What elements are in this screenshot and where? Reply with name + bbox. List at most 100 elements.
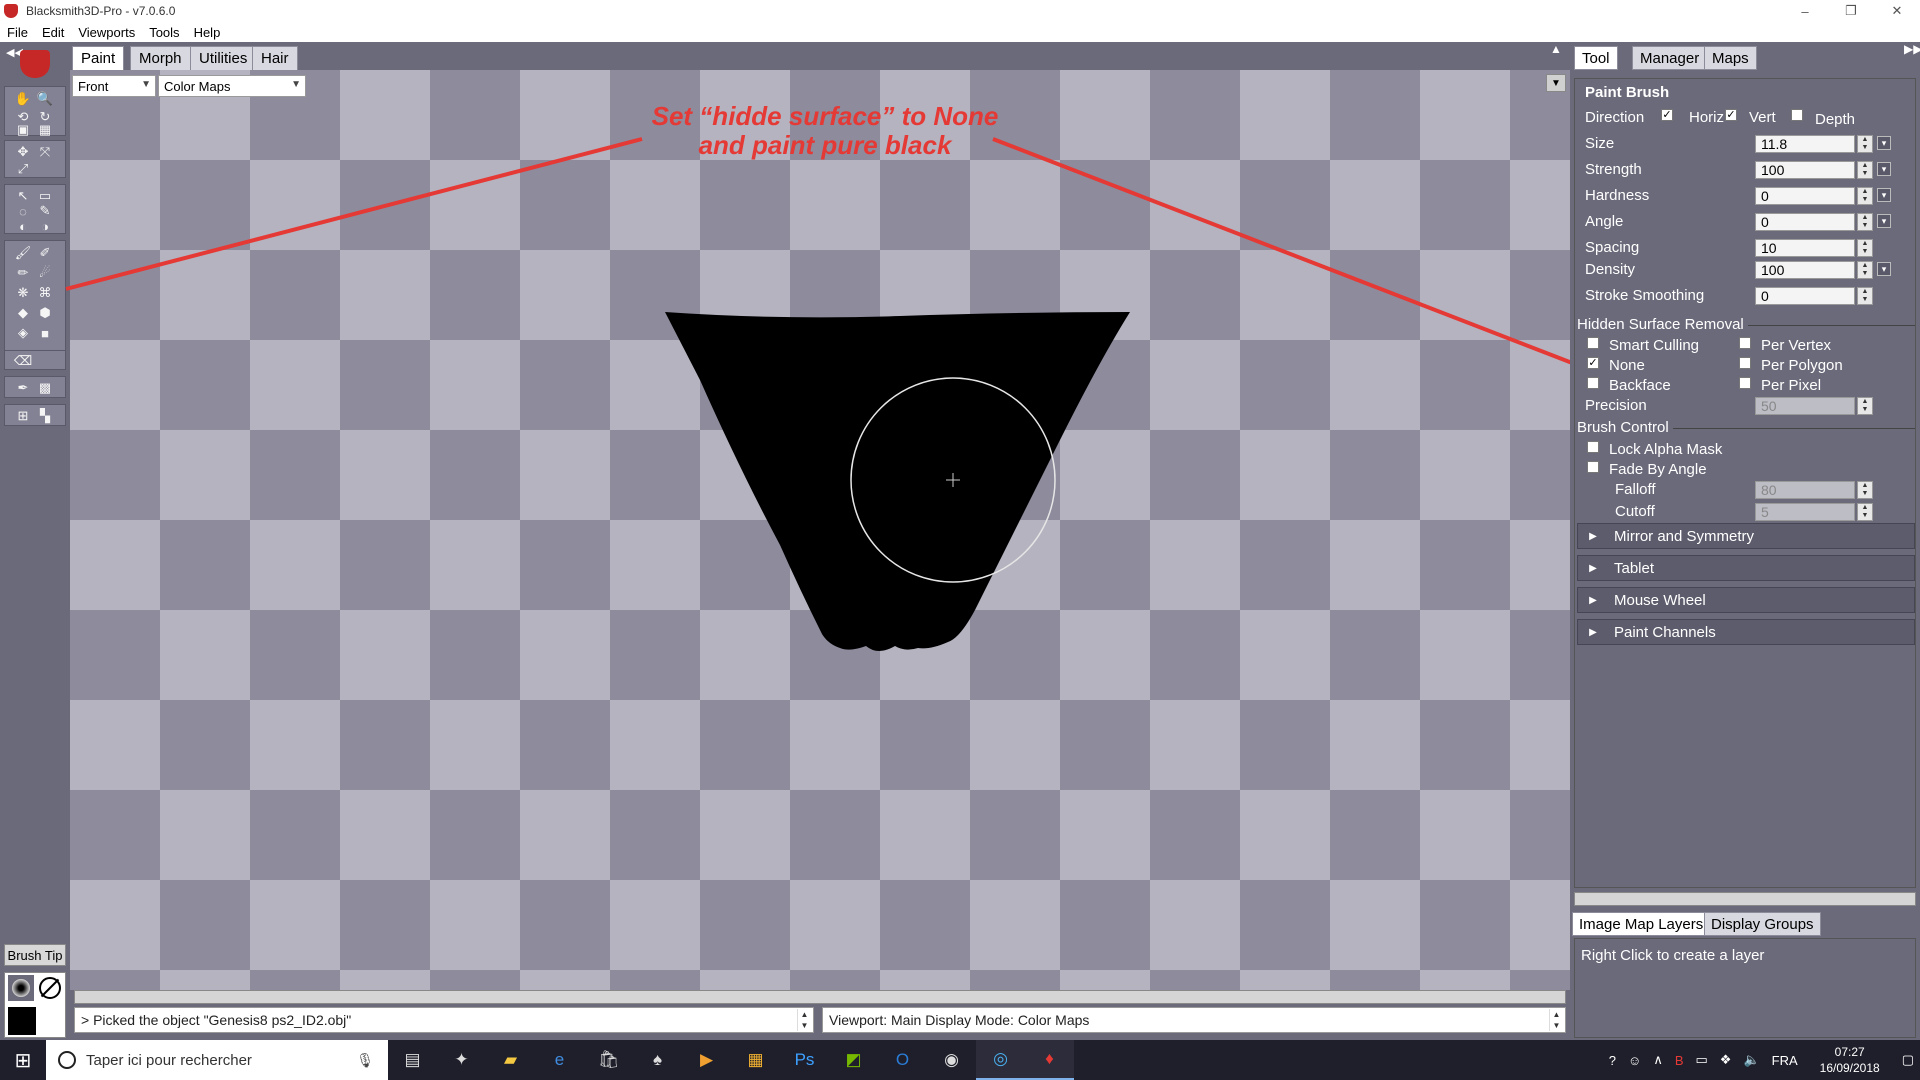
size-input[interactable]: 11.8 (1755, 135, 1855, 153)
cutoff-input[interactable]: 5 (1755, 503, 1855, 521)
tab-display-groups[interactable]: Display Groups (1704, 912, 1821, 936)
per-pixel-checkbox[interactable] (1739, 377, 1751, 389)
color-fill-icon[interactable]: ■ (37, 325, 53, 341)
layers-panel[interactable]: Right Click to create a layer (1574, 938, 1916, 1038)
solitaire-icon[interactable]: ♠ (633, 1040, 682, 1080)
pencil-icon[interactable]: ✏ (15, 265, 31, 281)
viewport-horizontal-scrollbar[interactable] (74, 990, 1566, 1004)
falloff-input[interactable]: 80 (1755, 481, 1855, 499)
minimize-button[interactable]: – (1782, 0, 1828, 22)
app-icon-3[interactable]: ◎ (976, 1040, 1025, 1080)
hardness-spinner[interactable]: ▲ ▼ (1857, 187, 1873, 205)
texture-icon[interactable]: ▩ (37, 380, 53, 396)
blacksmith3d-taskbar-icon[interactable]: ♦ (1025, 1040, 1074, 1080)
edge-browser-icon[interactable]: e (535, 1040, 584, 1080)
grid-icon[interactable]: ▦ (37, 122, 53, 137)
depth-checkbox[interactable] (1791, 109, 1803, 121)
tab-morph[interactable]: Morph (130, 46, 191, 70)
menu-tools[interactable]: Tools (142, 25, 186, 40)
menu-help[interactable]: Help (187, 25, 228, 40)
density-input[interactable]: 100 (1755, 261, 1855, 279)
tab-hair[interactable]: Hair (252, 46, 298, 70)
spacing-input[interactable]: 10 (1755, 239, 1855, 257)
uv-icon[interactable]: ⊞ (15, 408, 31, 424)
stroke-smoothing-spinner[interactable]: ▲ ▼ (1857, 287, 1873, 305)
outlook-icon[interactable]: O (878, 1040, 927, 1080)
paint-channels-expander[interactable]: ▶ Paint Channels (1577, 619, 1915, 645)
per-polygon-checkbox[interactable] (1739, 357, 1751, 369)
primary-color-swatch[interactable] (8, 1007, 36, 1035)
brush-tip-label[interactable]: Brush Tip (4, 944, 66, 966)
tab-paint[interactable]: Paint (72, 46, 125, 70)
frame-icon[interactable]: ▣ (15, 122, 31, 137)
hardness-pressure-icon[interactable]: ▾ (1877, 188, 1891, 202)
collapse-right-icon[interactable]: ▶▶ (1904, 42, 1920, 56)
taskbar-search[interactable]: Taper ici pour rechercher 🎙 (46, 1040, 388, 1080)
notifications-icon[interactable]: ▢ (1896, 1052, 1920, 1068)
show-hidden-icons[interactable]: ∧ (1647, 1052, 1669, 1068)
size-spinner[interactable]: ▲ ▼ (1857, 135, 1873, 153)
help-icon[interactable]: ? (1603, 1053, 1622, 1068)
office-icon[interactable]: ▦ (731, 1040, 780, 1080)
nvidia-icon[interactable]: ◩ (829, 1040, 878, 1080)
tab-maps[interactable]: Maps (1704, 46, 1757, 70)
microphone-icon[interactable]: 🎙 (356, 1052, 374, 1069)
media-icon[interactable]: ▶ (682, 1040, 731, 1080)
spacing-spinner[interactable]: ▲ ▼ (1857, 239, 1873, 257)
vert-checkbox[interactable]: ✓ (1725, 109, 1737, 121)
mouse-wheel-expander[interactable]: ▶ Mouse Wheel (1577, 587, 1915, 613)
file-explorer-icon[interactable]: ▰ (486, 1040, 535, 1080)
color-picker-icon[interactable]: ✒ (15, 380, 31, 396)
scale-icon[interactable]: ⤢ (15, 161, 31, 177)
angle-spinner[interactable]: ▲ ▼ (1857, 213, 1873, 231)
volume-icon[interactable]: 🔈 (1737, 1052, 1765, 1068)
mirror-symmetry-expander[interactable]: ▶ Mirror and Symmetry (1577, 523, 1915, 549)
precision-spinner[interactable]: ▲ ▼ (1857, 397, 1873, 415)
none-checkbox[interactable]: ✓ (1587, 357, 1599, 369)
menu-file[interactable]: File (0, 25, 35, 40)
fill-bucket-icon[interactable]: ◈ (15, 325, 31, 341)
tab-manager[interactable]: Manager (1632, 46, 1708, 70)
network-icon[interactable]: ▭ (1690, 1052, 1714, 1068)
menu-edit[interactable]: Edit (35, 25, 71, 40)
log-scroll-icon[interactable]: ▲ ▼ (797, 1009, 811, 1031)
size-pressure-icon[interactable]: ▾ (1877, 136, 1891, 150)
collapse-up-icon[interactable]: ▲ (1550, 42, 1562, 56)
tab-utilities[interactable]: Utilities (190, 46, 257, 70)
paint-brush-icon[interactable]: 🖌 (15, 245, 32, 261)
panel-horizontal-scrollbar[interactable] (1574, 892, 1916, 906)
pan-hand-icon[interactable]: ✋ (15, 91, 31, 107)
tab-image-map-layers[interactable]: Image Map Layers (1572, 912, 1711, 936)
angle-pressure-icon[interactable]: ▾ (1877, 214, 1891, 228)
app-icon-1[interactable]: ✦ (437, 1040, 486, 1080)
airbrush-icon[interactable]: ✐ (37, 245, 53, 261)
menu-viewports[interactable]: Viewports (71, 25, 142, 40)
strength-pressure-icon[interactable]: ▾ (1877, 162, 1891, 176)
strength-input[interactable]: 100 (1755, 161, 1855, 179)
rect-select-icon[interactable]: ▭ (37, 188, 53, 204)
tray-app-icon[interactable]: B (1669, 1053, 1690, 1068)
close-button[interactable]: ✕ (1874, 0, 1920, 22)
move-icon[interactable]: ✥ (15, 144, 31, 160)
viewport-options-button[interactable]: ▼ (1546, 74, 1566, 92)
transform-icon[interactable]: ⤧ (37, 144, 53, 160)
falloff-spinner[interactable]: ▲ ▼ (1857, 481, 1873, 499)
tab-tool[interactable]: Tool (1574, 46, 1618, 70)
blur-icon[interactable]: ❋ (15, 285, 31, 301)
tablet-expander[interactable]: ▶ Tablet (1577, 555, 1915, 581)
precision-input[interactable]: 50 (1755, 397, 1855, 415)
per-vertex-checkbox[interactable] (1739, 337, 1751, 349)
people-icon[interactable]: ☺ (1622, 1053, 1647, 1068)
checker-icon[interactable]: ▚ (37, 408, 53, 424)
display-mode-select[interactable]: Color Maps ▼ (158, 75, 306, 97)
mask-icon[interactable]: ◑ (37, 218, 53, 234)
no-texture-icon[interactable] (39, 977, 61, 999)
windows-start-icon[interactable]: ⊞ (0, 1040, 46, 1080)
photoshop-icon[interactable]: Ps (780, 1040, 829, 1080)
fade-by-angle-checkbox[interactable] (1587, 461, 1599, 473)
smudge-icon[interactable]: ☄ (37, 265, 53, 281)
horiz-checkbox[interactable]: ✓ (1661, 109, 1673, 121)
hardness-input[interactable]: 0 (1755, 187, 1855, 205)
stamp-icon[interactable]: ⬢ (37, 305, 53, 321)
info-scroll-icon[interactable]: ▲ ▼ (1549, 1009, 1563, 1031)
